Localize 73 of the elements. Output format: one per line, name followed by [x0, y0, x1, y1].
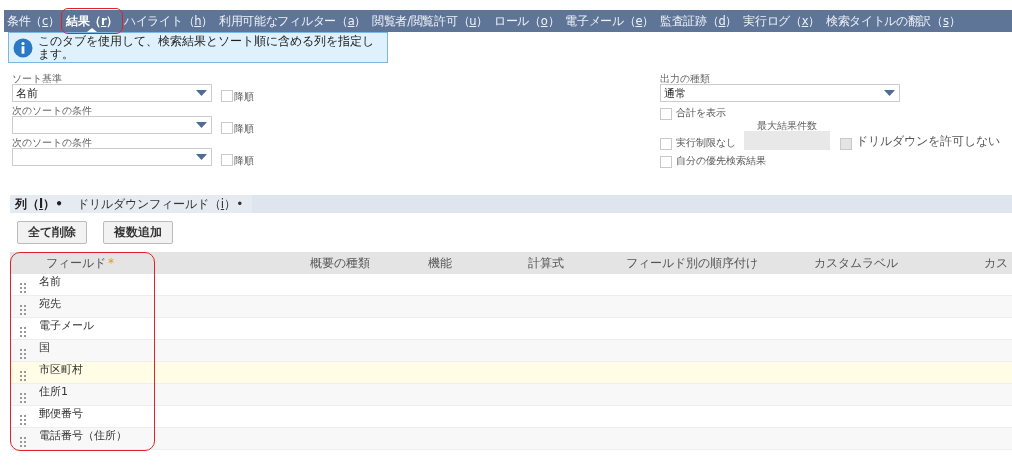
- checkbox-label: 自分の優先検索結果: [676, 154, 766, 168]
- checkbox-label: 実行制限なし: [676, 136, 736, 150]
- table-row[interactable]: 電子メール: [10, 318, 1012, 340]
- checkbox[interactable]: [660, 156, 672, 168]
- table-row[interactable]: 電話番号（住所）: [10, 428, 1012, 450]
- drag-handle-icon[interactable]: [20, 370, 26, 381]
- table-cell: 郵便番号: [39, 406, 83, 421]
- table-cell: 宛先: [39, 296, 61, 311]
- tab[interactable]: 閲覧者/閲覧許可（u）: [369, 10, 491, 32]
- caret-icon: [884, 90, 895, 96]
- tab[interactable]: ロール（o）: [491, 10, 563, 32]
- checkbox[interactable]: [660, 138, 672, 150]
- field-label: 次のソートの条件: [12, 105, 93, 116]
- tab[interactable]: 結果（r）: [62, 10, 122, 32]
- dropdown-field[interactable]: [12, 148, 212, 166]
- table-row[interactable]: 市区町村: [10, 362, 1012, 384]
- caret-icon: [196, 154, 207, 160]
- column-header[interactable]: カスタムラベル: [814, 254, 984, 272]
- column-header[interactable]: カス: [984, 254, 1012, 272]
- column-header[interactable]: 機能: [428, 254, 528, 272]
- checkbox-label: ドリルダウンを許可しない: [856, 133, 1000, 150]
- drag-handle-icon[interactable]: [20, 348, 26, 359]
- dropdown-field[interactable]: 通常: [660, 84, 900, 102]
- table-cell: 電話番号（住所）: [39, 428, 127, 443]
- table-cell: 電子メール: [39, 318, 94, 333]
- drag-handle-icon[interactable]: [20, 392, 26, 403]
- checkbox-label: 降順: [234, 154, 254, 168]
- checkbox-label: 降順: [234, 90, 254, 104]
- dropdown-field[interactable]: [12, 116, 212, 134]
- field-label: ソート基準: [12, 73, 63, 84]
- tab[interactable]: 監査証跡（d）: [656, 10, 741, 32]
- column-header[interactable]: 概要の種類: [310, 254, 428, 272]
- drag-handle-icon[interactable]: [20, 282, 26, 293]
- table-cell: 市区町村: [39, 362, 83, 377]
- checkbox-label: 降順: [234, 122, 254, 136]
- drag-handle-icon[interactable]: [20, 304, 26, 315]
- table-row[interactable]: 名前: [10, 274, 1012, 296]
- caret-icon: [196, 90, 207, 96]
- tab[interactable]: 実行ログ（x）: [740, 10, 823, 32]
- info-icon: [13, 37, 33, 58]
- checkbox[interactable]: [221, 122, 233, 134]
- table-cell: 名前: [39, 274, 61, 289]
- checkbox[interactable]: [221, 154, 233, 166]
- table-row[interactable]: 郵便番号: [10, 406, 1012, 428]
- info-message: このタブを使用して、検索結果とソート順に含める列を指定します。: [38, 34, 375, 61]
- drag-handle-icon[interactable]: [20, 326, 26, 337]
- table-cell: 住所1: [39, 384, 68, 399]
- tab[interactable]: 利用可能なフィルター（a）: [215, 10, 370, 32]
- tab[interactable]: ハイライト（h）: [121, 10, 216, 32]
- table-row[interactable]: 宛先: [10, 296, 1012, 318]
- caret-icon: [196, 122, 207, 128]
- field-label: 次のソートの条件: [12, 137, 93, 148]
- tab[interactable]: 条件（c）: [4, 10, 63, 32]
- tab[interactable]: 電子メール（e）: [562, 10, 657, 32]
- checkbox[interactable]: [221, 90, 233, 102]
- drag-handle-icon[interactable]: [20, 436, 26, 447]
- table-row[interactable]: 住所1: [10, 384, 1012, 406]
- checkbox-label: 合計を表示: [676, 106, 726, 120]
- dropdown-field[interactable]: 名前: [12, 84, 212, 102]
- tab[interactable]: 検索タイトルの翻訳（s）: [822, 10, 964, 32]
- button[interactable]: 全て削除: [17, 221, 87, 244]
- field-label: 最大結果件数: [757, 120, 817, 131]
- checkbox[interactable]: [660, 108, 672, 120]
- table-row[interactable]: 国: [10, 340, 1012, 362]
- subtab[interactable]: ドリルダウンフィールド（i）•: [71, 195, 253, 213]
- column-header[interactable]: 計算式: [528, 254, 626, 272]
- column-header[interactable]: フィールド *: [10, 254, 310, 272]
- table-cell: 国: [39, 340, 50, 355]
- field-label: 出力の種類: [660, 73, 711, 84]
- drag-handle-icon[interactable]: [20, 414, 26, 425]
- column-header[interactable]: フィールド別の順序付け: [626, 254, 814, 272]
- button[interactable]: 複数追加: [103, 221, 173, 244]
- subtab[interactable]: 列（l）•: [10, 195, 72, 213]
